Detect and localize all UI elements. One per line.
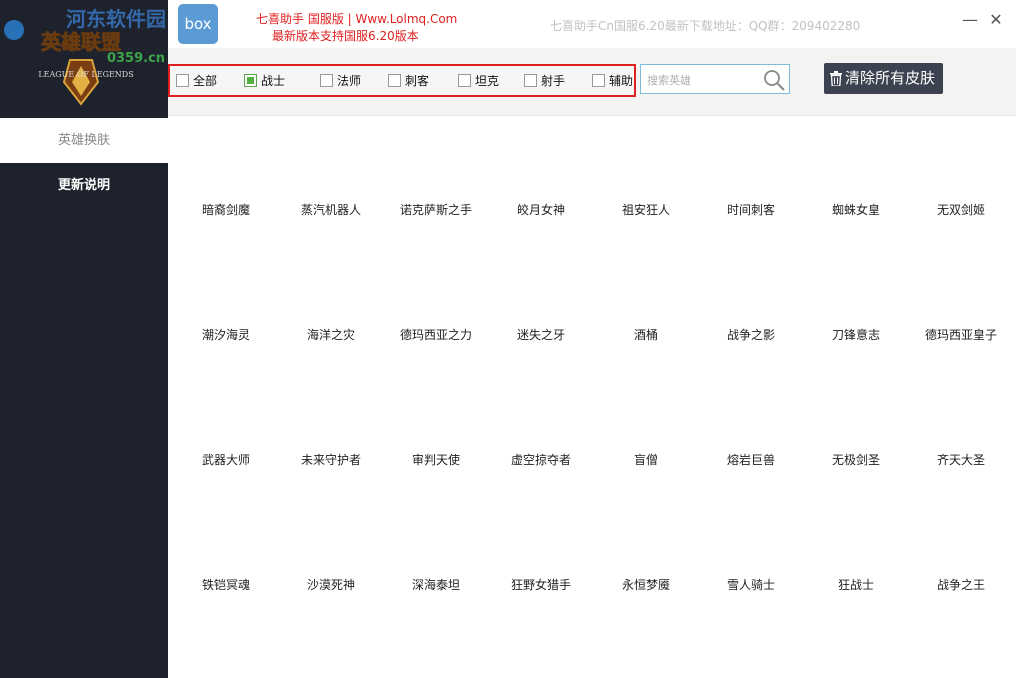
- toolbar: 全部 战士 法师 刺客 坦克 射手 辅助 搜索英雄 清除所有皮肤: [168, 48, 1016, 116]
- filter-assassin[interactable]: 刺客: [388, 74, 429, 90]
- hero-item[interactable]: 深海泰坦: [383, 576, 489, 593]
- box-app-icon: box: [178, 4, 218, 44]
- app-logo: 英雄联盟 LEAGUE OF LEGENDS 河东软件园 0359.cn: [0, 0, 168, 116]
- hero-item[interactable]: 熔岩巨兽: [698, 451, 804, 468]
- close-button[interactable]: ✕: [986, 10, 1006, 30]
- filter-support[interactable]: 辅助: [592, 74, 633, 90]
- hero-item[interactable]: 狂战士: [803, 576, 909, 593]
- sidebar-item-hero-skin[interactable]: 英雄换肤: [0, 118, 168, 163]
- hero-item[interactable]: 战争之影: [698, 326, 804, 343]
- hero-item[interactable]: 铁铠冥魂: [173, 576, 279, 593]
- hero-item[interactable]: 未来守护者: [278, 451, 384, 468]
- svg-text:0359.cn: 0359.cn: [107, 51, 165, 66]
- search-box[interactable]: [640, 64, 790, 94]
- hero-item[interactable]: 海洋之灾: [278, 326, 384, 343]
- filter-marksman[interactable]: 射手: [524, 74, 565, 90]
- sidebar-nav: 英雄换肤 更新说明: [0, 118, 168, 208]
- hero-item[interactable]: 审判天使: [383, 451, 489, 468]
- filter-label: 辅助: [609, 74, 634, 88]
- filter-tank[interactable]: 坦克: [458, 74, 499, 90]
- filter-mage[interactable]: 法师: [320, 74, 361, 90]
- filter-label: 刺客: [405, 74, 430, 88]
- minimize-button[interactable]: —: [960, 10, 980, 30]
- header-subtitle: 最新版本支持国服6.20版本: [272, 29, 419, 43]
- hero-item[interactable]: 时间刺客: [698, 201, 804, 218]
- checkbox-checked[interactable]: [244, 74, 257, 87]
- search-icon[interactable]: [761, 68, 787, 92]
- svg-text:河东软件园: 河东软件园: [66, 7, 166, 31]
- header-title: 七喜助手 国服版 | Www.Lolmq.Com: [256, 12, 458, 26]
- trash-icon: [830, 71, 842, 86]
- checkbox[interactable]: [320, 74, 333, 87]
- hero-item[interactable]: 诺克萨斯之手: [383, 201, 489, 218]
- hero-item[interactable]: 虚空掠夺者: [488, 451, 594, 468]
- sidebar-item-update-notes[interactable]: 更新说明: [0, 163, 168, 208]
- hero-item[interactable]: 沙漠死神: [278, 576, 384, 593]
- checkbox[interactable]: [592, 74, 605, 87]
- hero-item[interactable]: 刀锋意志: [803, 326, 909, 343]
- hero-item[interactable]: 潮汐海灵: [173, 326, 279, 343]
- hero-item[interactable]: 永恒梦魇: [593, 576, 699, 593]
- clear-all-skins-button[interactable]: 清除所有皮肤: [824, 63, 943, 94]
- download-info: 七喜助手Cn国服6.20最新下载地址：QQ群：209402280: [550, 19, 861, 33]
- filter-label: 坦克: [475, 74, 500, 88]
- checkbox[interactable]: [524, 74, 537, 87]
- hero-item[interactable]: 酒桶: [593, 326, 699, 343]
- checkbox[interactable]: [388, 74, 401, 87]
- checkbox[interactable]: [458, 74, 471, 87]
- filter-fighter[interactable]: 战士: [244, 74, 285, 90]
- checkbox[interactable]: [176, 74, 189, 87]
- sidebar: 英雄联盟 LEAGUE OF LEGENDS 河东软件园 0359.cn 英雄换…: [0, 0, 168, 678]
- filter-label: 战士: [261, 74, 286, 88]
- clear-all-skins-label: 清除所有皮肤: [845, 69, 936, 87]
- hero-item[interactable]: 无极剑圣: [803, 451, 909, 468]
- filter-label: 射手: [541, 74, 566, 88]
- role-filter-group: 全部 战士 法师 刺客 坦克 射手 辅助: [168, 64, 636, 97]
- filter-label: 法师: [337, 74, 362, 88]
- hero-item[interactable]: 蒸汽机器人: [278, 201, 384, 218]
- hero-item[interactable]: 蜘蛛女皇: [803, 201, 909, 218]
- title-bar: box 七喜助手 国服版 | Www.Lolmq.Com 最新版本支持国服6.2…: [168, 0, 1016, 48]
- hero-item[interactable]: 德玛西亚之力: [383, 326, 489, 343]
- hero-item[interactable]: 盲僧: [593, 451, 699, 468]
- hero-item[interactable]: 迷失之牙: [488, 326, 594, 343]
- hero-item[interactable]: 无双剑姬: [908, 201, 1014, 218]
- svg-text:LEAGUE OF LEGENDS: LEAGUE OF LEGENDS: [38, 70, 133, 79]
- filter-label: 全部: [193, 74, 218, 88]
- filter-all[interactable]: 全部: [176, 74, 217, 90]
- search-input[interactable]: [647, 71, 757, 89]
- hero-item[interactable]: 暗裔剑魔: [173, 201, 279, 218]
- hero-item[interactable]: 德玛西亚皇子: [908, 326, 1014, 343]
- hero-item[interactable]: 齐天大圣: [908, 451, 1014, 468]
- hero-item[interactable]: 祖安狂人: [593, 201, 699, 218]
- hero-item[interactable]: 皎月女神: [488, 201, 594, 218]
- hero-item[interactable]: 战争之王: [908, 576, 1014, 593]
- hero-item[interactable]: 雪人骑士: [698, 576, 804, 593]
- hero-item[interactable]: 武器大师: [173, 451, 279, 468]
- hero-item[interactable]: 狂野女猎手: [488, 576, 594, 593]
